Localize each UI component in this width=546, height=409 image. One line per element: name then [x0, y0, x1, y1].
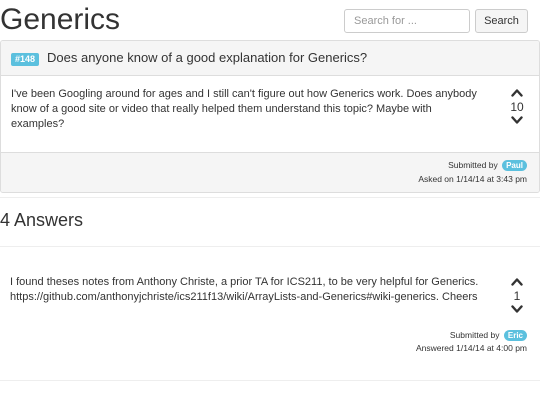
divider — [0, 197, 540, 198]
answer-vote-widget: 1 — [506, 277, 528, 315]
answer-submitted-line: Submitted by Eric — [449, 330, 527, 342]
page-title: Generics — [0, 3, 121, 36]
search-button[interactable]: Search — [475, 9, 528, 33]
upvote-icon[interactable] — [506, 277, 528, 287]
search-input[interactable] — [344, 9, 470, 33]
upvote-icon[interactable] — [506, 88, 528, 98]
question-title: Does anyone know of a good explanation f… — [47, 50, 368, 65]
answered-on-timestamp: Answered 1/14/14 at 4:00 pm — [415, 343, 527, 353]
divider — [0, 380, 540, 381]
question-id-badge: #148 — [11, 53, 40, 66]
divider — [0, 246, 540, 247]
question-vote-count: 10 — [510, 100, 524, 114]
author-badge[interactable]: Eric — [503, 330, 527, 342]
answers-heading: 4 Answers — [0, 210, 84, 230]
question-panel: #148 Does anyone know of a good explanat… — [0, 40, 540, 193]
answer-body: I found theses notes from Anthony Christ… — [10, 276, 479, 303]
author-badge[interactable]: Paul — [502, 160, 527, 172]
submitted-label: Submitted by — [449, 330, 500, 340]
question-body: I've been Googling around for ages and I… — [11, 88, 477, 130]
answer-vote-count: 1 — [513, 289, 521, 303]
downvote-icon[interactable] — [506, 116, 528, 126]
question-heading: #148 Does anyone know of a good explanat… — [1, 41, 539, 76]
submitted-label: Submitted by — [448, 160, 498, 170]
downvote-icon[interactable] — [506, 305, 528, 315]
question-submitted-line: Submitted by Paul — [448, 160, 527, 172]
asked-on-timestamp: Asked on 1/14/14 at 3:43 pm — [418, 174, 527, 184]
question-footer: Submitted by Paul Asked on 1/14/14 at 3:… — [1, 152, 539, 192]
question-vote-widget: 10 — [506, 88, 528, 126]
